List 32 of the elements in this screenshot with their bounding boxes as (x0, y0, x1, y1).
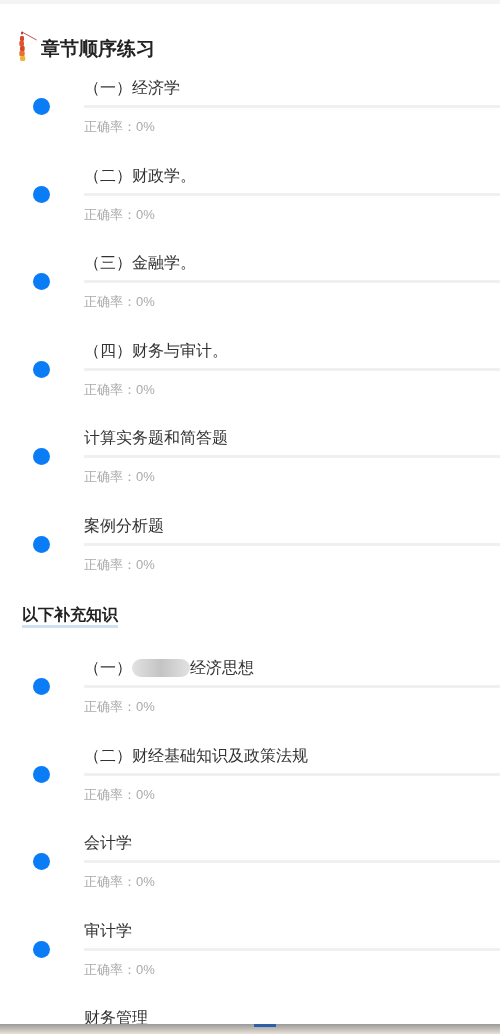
chapter-item[interactable]: 计算实务题和简答题 正确率：0% (0, 428, 500, 516)
chapter-item[interactable]: （一） 经济思想 正确率：0% (0, 658, 500, 746)
chapter-item[interactable]: （二）财政学。 正确率：0% (0, 165, 500, 253)
chapter-title: 案例分析题 (84, 515, 165, 536)
accuracy-text: 正确率：0% (84, 961, 156, 978)
chapter-title: （一） 经济思想 (84, 658, 255, 678)
chapter-title: （四）财务与审计。 (84, 340, 229, 361)
accuracy-text: 正确率：0% (84, 469, 156, 485)
chapter-item[interactable]: （一）经济学 正确率：0% (0, 78, 500, 166)
chapter-title: 计算实务题和简答题 (84, 428, 229, 448)
chapter-item[interactable]: （二）财经基础知识及政策法规 正确率：0% (0, 745, 500, 833)
chapter-title: 审计学 (84, 920, 133, 941)
chapter-item[interactable]: 案例分析题 正确率：0% (0, 515, 500, 603)
accuracy-text: 正确率：0% (84, 119, 156, 135)
chapter-item[interactable]: （三）金融学。 正确率：0% (0, 253, 500, 341)
section-heading: 以下补充知识 (22, 605, 118, 628)
page-title: 章节顺序练习 (41, 36, 155, 61)
chapter-title: （三）金融学。 (84, 253, 197, 273)
accuracy-text: 正确率：0% (84, 294, 156, 310)
accuracy-text: 正确率：0% (84, 786, 156, 803)
chapter-title: （一）经济学 (84, 78, 181, 98)
chapter-item[interactable]: 会计学 正确率：0% (0, 833, 500, 921)
chapter-item[interactable]: 审计学 正确率：0% (0, 920, 500, 1008)
accuracy-text: 正确率：0% (84, 699, 156, 715)
chapter-title: （二）财经基础知识及政策法规 (84, 745, 309, 766)
accuracy-text: 正确率：0% (84, 381, 156, 398)
chapter-title: （二）财政学。 (84, 165, 197, 186)
accuracy-text: 正确率：0% (84, 206, 156, 223)
chapter-title: 会计学 (84, 833, 133, 853)
chapter-item[interactable]: （四）财务与审计。 正确率：0% (0, 340, 500, 428)
accuracy-text: 正确率：0% (84, 556, 156, 573)
accuracy-text: 正确率：0% (84, 874, 156, 890)
